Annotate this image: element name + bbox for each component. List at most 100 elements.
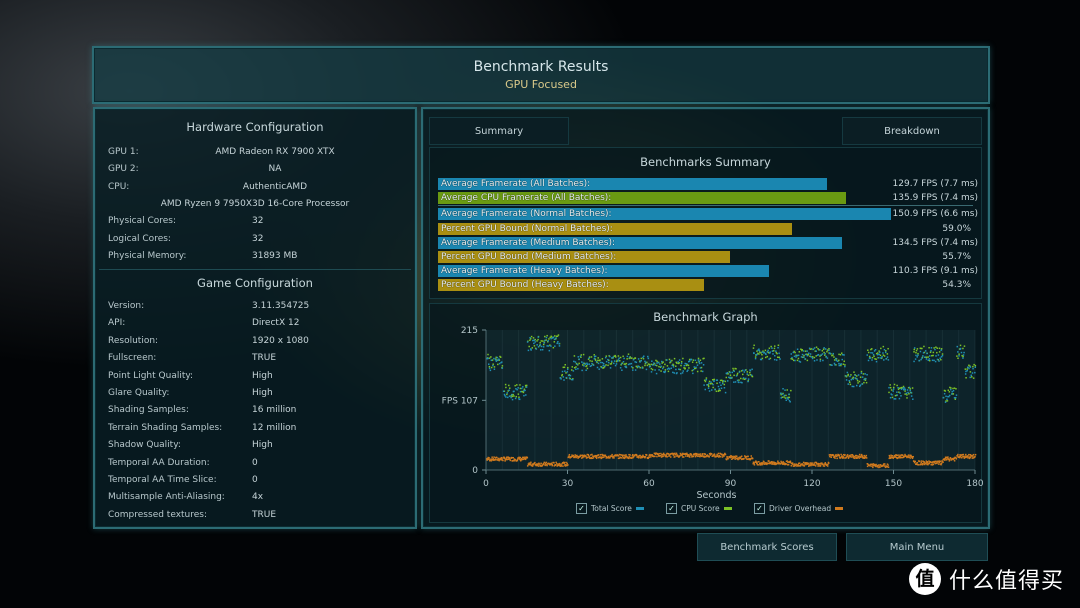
data-point: [849, 383, 852, 386]
data-point: [537, 338, 539, 341]
data-point: [533, 342, 535, 345]
data-point: [570, 369, 573, 371]
data-point: [568, 377, 571, 379]
data-point: [629, 454, 631, 456]
data-point: [562, 465, 564, 467]
data-point: [701, 370, 704, 373]
legend-item[interactable]: ✓ Total Score: [576, 503, 644, 514]
data-point: [593, 357, 596, 360]
data-point: [635, 454, 638, 457]
data-point: [746, 371, 749, 373]
data-point: [866, 373, 868, 376]
data-point: [823, 347, 825, 349]
data-point: [871, 352, 874, 354]
benchmark-scores-button[interactable]: Benchmark Scores: [697, 533, 837, 561]
data-point: [855, 454, 858, 457]
data-point: [532, 337, 535, 339]
data-point: [965, 370, 967, 373]
checkbox-icon[interactable]: ✓: [754, 503, 765, 514]
data-point: [588, 357, 590, 360]
data-point: [726, 372, 729, 374]
data-point: [490, 460, 493, 462]
data-point: [552, 346, 555, 349]
data-point: [780, 393, 782, 396]
config-value: AuthenticAMD: [242, 181, 308, 192]
data-point: [640, 359, 642, 362]
data-point: [718, 389, 720, 392]
data-point: [502, 390, 505, 393]
x-tick-label: 0: [483, 479, 489, 489]
data-point: [972, 453, 975, 456]
data-point: [929, 351, 932, 354]
data-point: [629, 363, 631, 365]
legend-item[interactable]: ✓ Driver Overhead: [754, 503, 844, 514]
checkbox-icon[interactable]: ✓: [576, 503, 587, 514]
data-point: [896, 454, 899, 457]
data-point: [940, 349, 942, 351]
data-point: [935, 460, 937, 463]
data-point: [545, 461, 548, 464]
summary-value: 134.5 FPS (7.4 ms): [892, 237, 978, 248]
data-point: [811, 356, 814, 358]
data-point: [503, 393, 506, 396]
data-point: [864, 373, 866, 375]
data-point: [539, 349, 542, 351]
data-point: [716, 382, 718, 385]
data-point: [751, 457, 754, 460]
data-point: [547, 345, 550, 347]
config-label: Physical Cores:: [108, 216, 177, 227]
data-point: [838, 359, 840, 362]
data-point: [547, 340, 549, 342]
tab-summary[interactable]: Summary: [429, 117, 569, 145]
data-point: [962, 347, 964, 350]
summary-row: Average Framerate (Normal Batches): 150.9…: [438, 208, 978, 221]
data-point: [660, 452, 662, 455]
data-point: [631, 357, 633, 359]
data-point: [957, 357, 959, 359]
data-point: [776, 356, 779, 358]
data-point: [708, 390, 711, 392]
checkbox-icon[interactable]: ✓: [666, 503, 677, 514]
data-point: [846, 371, 849, 374]
data-point: [626, 355, 629, 358]
data-point: [674, 456, 676, 458]
data-point: [578, 358, 580, 361]
legend-item[interactable]: ✓ CPU Score: [666, 503, 732, 514]
data-point: [797, 354, 800, 357]
data-point: [787, 398, 789, 400]
data-point: [617, 360, 619, 362]
data-point: [906, 394, 908, 396]
data-point: [865, 454, 868, 457]
data-point: [972, 365, 974, 368]
data-point: [587, 456, 589, 459]
data-point: [656, 362, 658, 364]
data-point: [671, 364, 673, 367]
data-point: [945, 395, 947, 398]
data-point: [777, 344, 780, 347]
tab-breakdown[interactable]: Breakdown: [842, 117, 982, 145]
data-point: [613, 362, 615, 365]
data-point: [747, 455, 749, 458]
data-point: [578, 362, 580, 365]
data-point: [880, 347, 882, 350]
data-point: [775, 350, 777, 352]
data-point: [928, 346, 930, 349]
data-point: [577, 367, 579, 370]
data-point: [838, 362, 840, 365]
data-point: [516, 388, 518, 391]
data-point: [508, 457, 511, 459]
data-point: [644, 364, 646, 367]
config-value: High: [252, 388, 273, 398]
summary-label: Percent GPU Bound (Medium Batches):: [441, 252, 617, 262]
data-point: [613, 457, 615, 459]
data-point: [845, 375, 847, 377]
data-point: [974, 366, 977, 368]
data-point: [970, 374, 973, 377]
data-point: [682, 357, 684, 360]
data-point: [594, 355, 597, 358]
main-menu-button[interactable]: Main Menu: [846, 533, 988, 561]
data-point: [861, 383, 863, 385]
config-value: High: [252, 370, 273, 381]
data-point: [529, 336, 531, 339]
data-point: [538, 463, 541, 465]
